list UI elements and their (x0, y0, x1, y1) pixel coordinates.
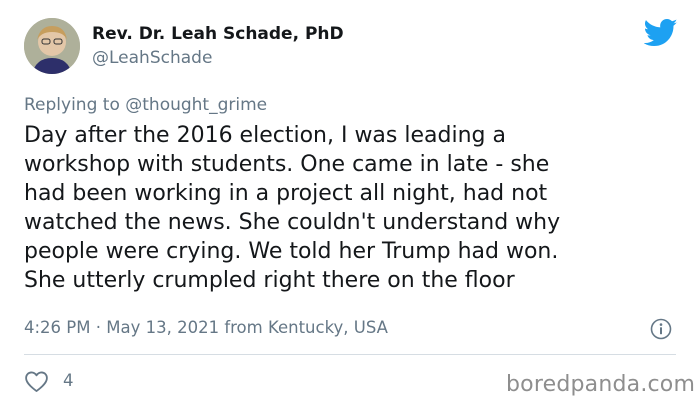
tweet-line: watched the news. She couldn't understan… (24, 210, 561, 235)
tweet-time[interactable]: 4:26 PM (24, 318, 90, 337)
tweet-location: from Kentucky, USA (224, 318, 388, 337)
replying-to: Replying to @thought_grime (24, 95, 267, 115)
tweet-line: people were crying. We told her Trump ha… (24, 239, 559, 264)
avatar[interactable] (24, 18, 80, 74)
tweet-meta: 4:26 PM · May 13, 2021 from Kentucky, US… (24, 318, 388, 337)
like-count: 4 (63, 371, 74, 390)
author-handle[interactable]: @LeahSchade (92, 48, 212, 68)
tweet-text: Day after the 2016 election, I was leadi… (24, 121, 684, 295)
tweet-line: workshop with students. One came in late… (24, 152, 550, 177)
author-display-name[interactable]: Rev. Dr. Leah Schade, PhD (92, 24, 344, 44)
avatar-image (24, 18, 80, 74)
divider (24, 354, 676, 355)
info-icon[interactable] (650, 318, 672, 340)
tweet-date[interactable]: May 13, 2021 (106, 318, 219, 337)
replying-to-prefix: Replying to (24, 95, 120, 115)
tweet-line: She utterly crumpled right there on the … (24, 268, 515, 293)
twitter-bird-icon[interactable] (644, 18, 678, 48)
tweet-line: had been working in a project all night,… (24, 181, 548, 206)
meta-separator: · (95, 318, 101, 337)
replying-to-handle[interactable]: @thought_grime (125, 95, 267, 115)
watermark: boredpanda.com (506, 372, 696, 397)
heart-icon[interactable] (24, 370, 49, 393)
tweet-line: Day after the 2016 election, I was leadi… (24, 123, 506, 148)
